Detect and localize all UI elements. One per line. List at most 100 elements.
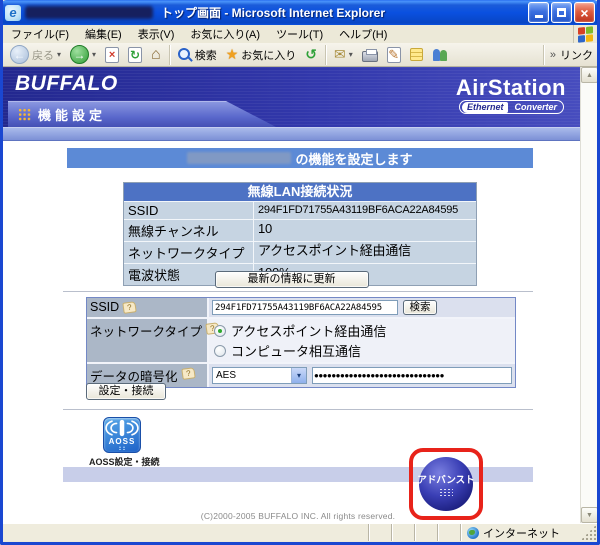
links-label[interactable]: リンク [560, 47, 593, 63]
menu-view[interactable]: 表示(V) [130, 24, 183, 44]
status-bar: インターネット [3, 523, 597, 541]
print-icon [362, 51, 378, 62]
home-icon: ⌂ [151, 46, 161, 64]
zone-label: インターネット [483, 525, 560, 541]
buffalo-header: BUFFALO AirStation Ethernet Converter 機能… [3, 67, 580, 127]
stop-button[interactable]: × [102, 46, 122, 64]
refresh-info-button[interactable]: 最新の情報に更新 [215, 271, 369, 288]
badge-ethernet: Ethernet [462, 102, 509, 113]
ssid-field-label: SSID ? [87, 298, 209, 317]
row-value-channel: 10 [254, 220, 476, 241]
back-button[interactable]: ← 戻る ▾ [7, 44, 64, 65]
aoss-icon-text: AOSS [109, 438, 136, 446]
aoss-label: AOSS設定・接続 [89, 455, 160, 468]
encryption-field-value: AES ▾ ●●●●●●●●●●●●●●●●●●●●●●●●●●●●●● [209, 364, 515, 387]
stop-icon: × [105, 47, 119, 63]
radio-adhoc[interactable]: コンピュータ相互通信 [214, 341, 361, 360]
help-icon[interactable]: ? [122, 301, 136, 314]
history-icon: ↺ [305, 46, 317, 63]
grid-dots-icon [18, 108, 31, 121]
menu-edit[interactable]: 編集(E) [77, 24, 130, 44]
ssid-search-button[interactable]: 検索 [403, 300, 437, 315]
aoss-dots-icon [118, 446, 126, 450]
redacted-device-name [187, 152, 291, 164]
divider [63, 409, 533, 410]
favorites-label: お気に入り [241, 47, 296, 63]
radio-access-point[interactable]: アクセスポイント経由通信 [214, 321, 386, 340]
print-button[interactable] [359, 47, 381, 63]
maximize-button[interactable] [551, 2, 572, 23]
resize-grip[interactable] [581, 525, 596, 540]
scroll-up-button[interactable]: ▲ [581, 67, 598, 83]
row-label-channel: 無線チャンネル [124, 220, 254, 241]
search-button[interactable]: 検索 [175, 46, 220, 64]
mail-caret-icon[interactable]: ▾ [349, 50, 353, 59]
network-type-field-label: ネットワークタイプ ? [87, 319, 209, 362]
table-row: SSID 294F1FD71755A43119BF6ACA22A84595 [124, 201, 476, 219]
back-caret-icon[interactable]: ▾ [57, 50, 61, 59]
redacted-title-text [25, 6, 153, 19]
discuss-button[interactable] [407, 47, 426, 62]
close-button[interactable]: × [574, 2, 595, 23]
search-label: 検索 [195, 47, 217, 63]
browser-window: e トップ画面 - Microsoft Internet Explorer × … [0, 0, 600, 545]
aoss-button[interactable]: AOSS [103, 417, 141, 453]
ethernet-converter-badge: Ethernet Converter [459, 100, 564, 114]
tab-function-settings[interactable]: 機能設定 [8, 101, 280, 127]
table-row: 無線チャンネル 10 [124, 219, 476, 241]
tab-label: 機能設定 [38, 105, 106, 124]
row-label-ssid: SSID [124, 202, 254, 219]
messenger-button[interactable] [429, 47, 452, 63]
menu-tools[interactable]: ツール(T) [268, 24, 331, 44]
close-icon: × [580, 6, 588, 20]
back-icon: ← [10, 45, 29, 64]
title-bar: e トップ画面 - Microsoft Internet Explorer × [0, 0, 600, 25]
airstation-logo: AirStation [456, 75, 566, 101]
window-title: トップ画面 - Microsoft Internet Explorer [161, 4, 528, 21]
forward-icon: → [70, 45, 89, 64]
maximize-icon [557, 8, 566, 17]
menu-bar-right [573, 25, 597, 43]
help-icon[interactable]: ? [181, 367, 195, 380]
favorites-button[interactable]: ★ お気に入り [223, 45, 300, 64]
vertical-scrollbar[interactable]: ▲ ▼ [580, 67, 597, 523]
encryption-selected-value: AES [213, 370, 291, 381]
refresh-button[interactable]: ↻ [125, 46, 145, 64]
badge-converter: Converter [510, 102, 561, 113]
buffalo-logo: BUFFALO [15, 72, 118, 96]
menu-favorites[interactable]: お気に入り(A) [182, 24, 268, 44]
row-value-network-type: アクセスポイント経由通信 [254, 242, 476, 263]
menu-file[interactable]: ファイル(F) [3, 24, 77, 44]
status-message-area [3, 524, 368, 541]
toolbar-separator [543, 45, 544, 65]
discuss-icon [410, 48, 423, 61]
refresh-icon: ↻ [128, 47, 142, 63]
chevron-down-icon[interactable]: ▾ [291, 368, 306, 383]
encryption-select[interactable]: AES ▾ [212, 367, 307, 384]
radio-label: アクセスポイント経由通信 [231, 321, 386, 340]
form-row-ssid: SSID ? 検索 [87, 298, 515, 317]
overflow-chevron-icon[interactable]: » [550, 49, 556, 61]
connect-button[interactable]: 設定・接続 [86, 383, 166, 400]
window-controls: × [528, 2, 595, 23]
internet-globe-icon [467, 527, 479, 539]
home-button[interactable]: ⌂ [148, 45, 164, 65]
annotation-highlight-ring [409, 448, 483, 520]
menu-help[interactable]: ヘルプ(H) [331, 24, 395, 44]
status-table-title: 無線LAN接続状況 [124, 183, 476, 201]
network-type-options: アクセスポイント経由通信 コンピュータ相互通信 [209, 319, 515, 362]
form-row-network-type: ネットワークタイプ ? アクセスポイント経由通信 コンピュータ相互通信 [87, 317, 515, 362]
mail-button[interactable]: ✉ ▾ [331, 45, 356, 64]
forward-button[interactable]: → ▾ [67, 44, 99, 65]
security-zone-cell: インターネット [461, 524, 581, 541]
radio-button-icon[interactable] [214, 325, 226, 337]
encryption-key-input[interactable]: ●●●●●●●●●●●●●●●●●●●●●●●●●●●●●● [312, 367, 512, 384]
history-button[interactable]: ↺ [302, 45, 320, 64]
ssid-input[interactable] [212, 300, 398, 315]
edit-button[interactable]: ✎ [384, 46, 404, 64]
minimize-button[interactable] [528, 2, 549, 23]
radio-button-icon[interactable] [214, 345, 226, 357]
forward-caret-icon[interactable]: ▾ [92, 50, 96, 59]
toolbar: ← 戻る ▾ → ▾ × ↻ ⌂ 検索 ★ お気に入り ↺ ✉ [3, 43, 597, 67]
scroll-down-button[interactable]: ▼ [581, 507, 598, 523]
